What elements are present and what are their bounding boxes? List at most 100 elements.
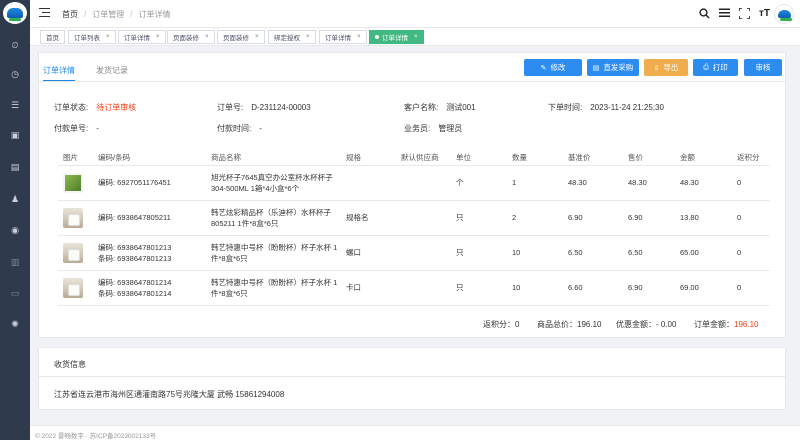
tab-close-icon[interactable]: × (106, 34, 110, 40)
col-amount: 金额 (675, 150, 732, 166)
customer-name: 测试001 (446, 103, 476, 112)
order-no-label: 订单号: (217, 103, 244, 112)
print-icon: ⎙ (703, 63, 709, 71)
list-icon[interactable]: ☰ (8, 98, 22, 112)
product-name: 韩艺特惠中号杯（盼盼杯）杯子水杯 1件*8盒*6只 (206, 270, 341, 306)
pay-no-label: 付款单号: (54, 124, 89, 133)
col-points: 返积分 (732, 150, 770, 166)
order-no: D-231124-00003 (251, 103, 311, 112)
breadcrumb: 首页 / 订单管理 / 订单详情 (62, 10, 171, 19)
summary-points: 返积分：0 (483, 320, 520, 329)
col-name: 商品名称 (206, 150, 341, 166)
shipping-info-card: 收货信息 江苏省连云港市海州区通灌南路75号兆隆大厦 武畅 1586129400… (38, 347, 786, 410)
pay-time: - (259, 124, 262, 133)
table-row[interactable]: 编码: 6938647801213 条码: 6938647801213 韩艺特惠中… (58, 235, 770, 271)
purchase-icon: ▤ (592, 64, 600, 72)
col-code: 编码/条码 (93, 150, 206, 166)
breadcrumb-current: 订单详情 (138, 10, 171, 19)
list-settings-icon[interactable] (719, 7, 730, 19)
shop-icon[interactable]: ▣ (8, 128, 22, 142)
pay-time-label: 付款时间: (217, 124, 252, 133)
direct-purchase-button[interactable]: ▤ 直发采购 (587, 59, 639, 76)
order-time-label: 下单时间: (548, 103, 583, 112)
payment-info-row: 付款单号: - 付款时间: - 业务员: 管理员 (54, 123, 774, 134)
sales-person: 管理员 (438, 124, 463, 133)
product-name: 韩艺特惠中号杯（盼盼杯）杯子水杯 1件*8盒*6只 (206, 235, 341, 271)
tab-close-icon[interactable]: × (255, 34, 259, 40)
col-unit: 单位 (451, 150, 507, 166)
tab-close-icon[interactable]: × (205, 34, 209, 40)
breadcrumb-home[interactable]: 首页 (62, 10, 78, 19)
font-size-icon[interactable]: ᴛT (759, 7, 770, 19)
dashboard-icon[interactable]: ⏲ (8, 38, 22, 52)
tabs-bar: 首页 订单列表 × 订单详情 × 页面装修 × 页面装修 × 绑定授权 × 订单详情 × 订… (30, 28, 800, 46)
tab-close-icon[interactable]: × (357, 34, 361, 40)
order-info-row: 订单状态: 待订单审核 订单号: D-231124-00003 客户名称: 测试001… (54, 102, 774, 113)
tab-page-decoration[interactable]: 页面装修 × (217, 30, 265, 44)
tab-close-icon[interactable]: × (156, 34, 160, 40)
product-thumbnail[interactable] (63, 207, 83, 228)
col-image: 图片 (58, 150, 93, 166)
goods-table: 图片 编码/条码 商品名称 规格 默认供应商 单位 数量 基准价 售价 金额 返… (58, 150, 770, 306)
col-base-price: 基准价 (563, 150, 623, 166)
order-time: 2023-11-24 21:25;30 (590, 103, 664, 112)
product-thumbnail[interactable] (63, 172, 83, 193)
clipboard-icon[interactable]: ▤ (8, 160, 22, 174)
status-label: 订单状态: (54, 103, 89, 112)
table-row[interactable]: 编码: 6938647805211 韩艺炫彩精品杯（乐迪杯）水杯杯子805211… (58, 200, 770, 236)
tab-order-list[interactable]: 订单列表 × (68, 30, 116, 44)
edit-icon: ✎ (540, 64, 547, 72)
print-button[interactable]: ⎙ 打印 (693, 59, 738, 76)
customer-label: 客户名称: (404, 103, 439, 112)
search-icon[interactable] (699, 7, 710, 19)
product-thumbnail[interactable] (63, 242, 83, 263)
users-icon[interactable]: ♟ (8, 192, 22, 206)
subtab-order-detail[interactable]: 订单详情 (43, 65, 75, 76)
shipping-title: 收货信息 (54, 360, 86, 369)
tab-order-detail-active[interactable]: 订单详情 × (369, 30, 424, 44)
product-name: 韩艺炫彩精品杯（乐迪杯）水杯杯子805211 1件*8盒*6只 (206, 200, 341, 236)
product-thumbnail[interactable] (63, 277, 83, 298)
table-row[interactable]: 编码: 6927051176451 旭光杯子7645真空办公室杯水杯杯子304-… (58, 165, 770, 201)
gear-circle-icon[interactable]: ◉ (8, 223, 22, 237)
table-header: 图片 编码/条码 商品名称 规格 默认供应商 单位 数量 基准价 售价 金额 返… (58, 150, 770, 166)
tab-home[interactable]: 首页 (40, 30, 65, 44)
footer-copyright[interactable]: © 2022 景畅数字 · 苏ICP备2023002133号 (35, 430, 156, 440)
export-icon: ⇩ (653, 64, 660, 72)
fullscreen-icon[interactable] (739, 7, 750, 19)
footer: © 2022 景畅数字 · 苏ICP备2023002133号 (30, 425, 800, 440)
tab-order-detail[interactable]: 订单详情 × (319, 30, 367, 44)
col-price: 售价 (623, 150, 675, 166)
monitor-icon[interactable]: ▭ (8, 286, 22, 300)
pay-no: - (96, 124, 99, 133)
menu-toggle-icon[interactable] (39, 8, 50, 18)
avatar[interactable] (774, 4, 794, 24)
app-logo[interactable] (3, 2, 27, 24)
export-button[interactable]: ⇩ 导出 (644, 59, 688, 76)
top-header: 首页 / 订单管理 / 订单详情 ᴛT (30, 0, 800, 28)
tab-bind-auth[interactable]: 绑定授权 × (268, 30, 316, 44)
col-supplier: 默认供应商 (396, 150, 451, 166)
breadcrumb-orders[interactable]: 订单管理 (92, 10, 124, 19)
table-row[interactable]: 编码: 6938647801214 条码: 6938647801214 韩艺特惠中… (58, 270, 770, 306)
approve-button[interactable]: 审核 (744, 59, 782, 76)
status-badge: 待订单审核 (96, 103, 137, 112)
sales-label: 业务员: (404, 124, 431, 133)
shipping-address: 江苏省连云港市海州区通灌南路75号兆隆大厦 武畅 15861294008 (54, 390, 285, 399)
col-spec: 规格 (341, 150, 396, 166)
tab-close-icon[interactable]: × (306, 34, 310, 40)
subtab-shipping-records[interactable]: 发货记录 (96, 65, 128, 76)
settings-icon[interactable]: ✺ (8, 317, 22, 331)
summary-total: 商品总价：196.10 (537, 320, 602, 329)
col-qty: 数量 (507, 150, 563, 166)
tab-order-detail[interactable]: 订单详情 × (118, 30, 166, 44)
tab-page-decoration[interactable]: 页面装修 × (167, 30, 215, 44)
product-name: 旭光杯子7645真空办公室杯水杯杯子304-500ML 1箱*4小盒*6个 (206, 165, 341, 201)
summary-discount: 优惠金额：- 0.00 (616, 320, 677, 329)
order-detail-card: 订单详情 发货记录 ✎ 修改 ▤ 直发采购 ⇩ 导出 ⎙ 打印 审核 订单状态: 待订单审… (38, 52, 786, 338)
chart-icon[interactable]: ▥ (8, 255, 22, 269)
edit-button[interactable]: ✎ 修改 (524, 59, 582, 76)
clock-icon[interactable]: ◷ (8, 67, 22, 81)
sidebar: ⏲ ◷ ☰ ▣ ▤ ♟ ◉ ▥ ▭ ✺ (0, 0, 30, 440)
tab-close-icon[interactable]: × (414, 34, 418, 40)
